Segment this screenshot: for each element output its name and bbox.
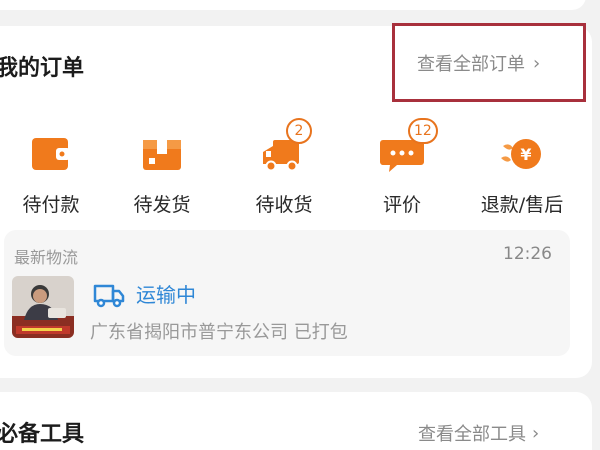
status-label: 待发货	[133, 194, 191, 216]
pending-receive-badge: 2	[286, 118, 312, 144]
status-label: 待付款	[22, 194, 80, 216]
status-refund[interactable]: ¥ 退款/售后	[464, 122, 580, 222]
status-to-receive[interactable]: 2 待收货	[226, 118, 342, 222]
view-all-orders-link[interactable]: 查看全部订单 ›	[417, 50, 540, 76]
refund-yen-icon: ¥	[501, 139, 541, 169]
latest-logistics-panel[interactable]: 最新物流 12:26 运输中 广东省揭阳市普宁东公司 已打包	[4, 230, 570, 356]
view-all-tools-label: 查看全部工具	[418, 424, 526, 445]
status-label: 退款/售后	[480, 194, 564, 216]
my-orders-card: 我的订单 查看全部订单 › 待付款 待发货 2 待收货 12 评价 ¥ 退款/售…	[0, 23, 592, 378]
logistics-label: 最新物流	[14, 248, 79, 267]
status-pending-payment[interactable]: 待付款	[0, 122, 109, 222]
orders-header: 我的订单 查看全部订单 ›	[0, 23, 592, 102]
svg-text:¥: ¥	[520, 145, 531, 164]
status-label: 待收货	[255, 194, 313, 216]
wallet-icon	[32, 138, 70, 170]
view-all-tools-link[interactable]: 查看全部工具 ›	[418, 420, 539, 446]
order-status-row: 待付款 待发货 2 待收货 12 评价 ¥ 退款/售后	[0, 118, 592, 222]
orders-title: 我的订单	[0, 56, 85, 81]
chevron-right-icon: ›	[532, 422, 540, 444]
chevron-right-icon: ›	[533, 52, 541, 74]
essential-tools-card: 必备工具 查看全部工具 ›	[0, 392, 592, 450]
review-count-badge: 12	[408, 118, 438, 144]
top-card	[0, 0, 586, 10]
product-thumbnail	[12, 276, 74, 338]
tools-title: 必备工具	[0, 422, 85, 447]
view-all-orders-label: 查看全部订单	[417, 54, 525, 75]
package-icon	[143, 140, 181, 170]
truck-outline-icon	[93, 284, 125, 308]
logistics-time: 12:26	[503, 244, 552, 264]
status-review[interactable]: 12 评价	[344, 118, 460, 222]
logistics-status: 运输中	[136, 283, 196, 307]
status-label: 评价	[382, 194, 421, 216]
status-to-ship[interactable]: 待发货	[104, 122, 220, 222]
logistics-address: 广东省揭阳市普宁东公司 已打包	[90, 322, 348, 343]
